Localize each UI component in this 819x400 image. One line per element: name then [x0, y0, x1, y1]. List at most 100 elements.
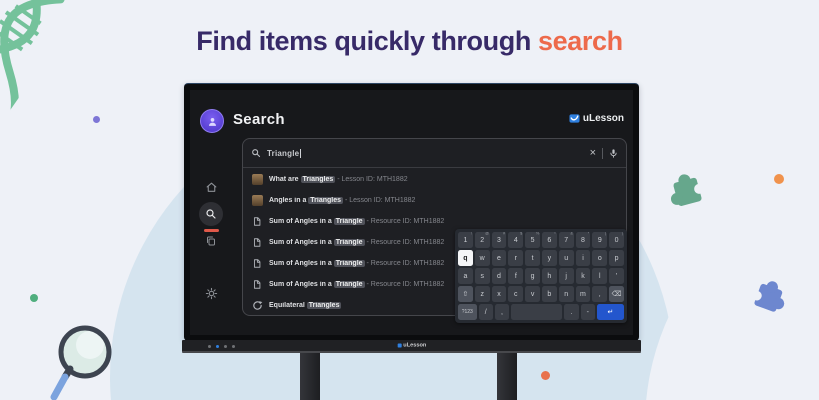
keyboard-key[interactable]: 6^ [542, 232, 557, 248]
keyboard-key[interactable]: ↵ [597, 304, 624, 320]
result-text: Equilateral Triangles [269, 302, 341, 309]
keyboard-key[interactable]: 3# [492, 232, 507, 248]
screen-title: Search [233, 111, 285, 128]
tv-bezel: uLesson [182, 340, 641, 353]
text-caret [300, 149, 301, 158]
search-icon [251, 148, 261, 158]
matched-term: Triangle [334, 218, 365, 225]
keyboard-key[interactable]: z [475, 286, 490, 302]
result-type-icon [251, 279, 263, 291]
keyboard-key[interactable]: ' [609, 268, 624, 284]
matched-term: Triangles [307, 302, 342, 309]
document-icon [252, 216, 263, 227]
headline-highlight: search [538, 26, 623, 56]
keyboard-key[interactable]: v [525, 286, 540, 302]
keyboard-row: 1!2@3#4$5%6^7&8*9(0) [458, 232, 624, 248]
keyboard-key[interactable]: y [542, 250, 557, 266]
result-text: What are Triangles - Lesson ID: MTH1882 [269, 176, 408, 183]
bezel-indicator-lights [208, 345, 235, 348]
keyboard-key[interactable]: 7& [559, 232, 574, 248]
library-icon[interactable] [204, 234, 218, 248]
settings-gear-icon[interactable] [204, 286, 218, 300]
keyboard-key[interactable]: n [559, 286, 574, 302]
keyboard-key[interactable]: a [458, 268, 473, 284]
result-text: Sum of Angles in a Triangle - Resource I… [269, 260, 444, 267]
keyboard-key[interactable]: 2@ [475, 232, 490, 248]
result-text: Angles in a Triangles - Lesson ID: MTH18… [269, 197, 415, 204]
sidebar-item-search-active[interactable] [199, 202, 223, 226]
brand-logo: uLesson [569, 113, 624, 124]
keyboard-key[interactable]: q [458, 250, 473, 266]
home-icon[interactable] [204, 180, 218, 194]
keyboard-key[interactable]: , [592, 286, 607, 302]
keyboard-key[interactable]: m [576, 286, 591, 302]
keyboard-key[interactable]: g [525, 268, 540, 284]
keyboard-key[interactable]: 4$ [508, 232, 523, 248]
document-icon [252, 279, 263, 290]
keyboard-key[interactable]: r [508, 250, 523, 266]
search-result-row[interactable]: What are Triangles - Lesson ID: MTH1882 [243, 169, 626, 190]
keyboard-key[interactable]: / [479, 304, 493, 320]
keyboard-key[interactable]: ⌫ [609, 286, 624, 302]
video-thumbnail-icon [252, 174, 263, 185]
keyboard-key[interactable]: j [559, 268, 574, 284]
keyboard-key[interactable]: 0) [609, 232, 624, 248]
keyboard-key[interactable]: c [508, 286, 523, 302]
keyboard-key[interactable]: , [495, 304, 509, 320]
video-thumbnail-icon [252, 195, 263, 206]
avatar[interactable] [200, 109, 224, 133]
keyboard-key[interactable]: 9( [592, 232, 607, 248]
keyboard-key[interactable]: f [508, 268, 523, 284]
keyboard-key[interactable]: h [542, 268, 557, 284]
result-text: Sum of Angles in a Triangle - Resource I… [269, 239, 444, 246]
keyboard-row: asdfghjkl' [458, 268, 624, 284]
tv-stand-right [497, 353, 517, 400]
result-type-icon [251, 216, 263, 228]
clear-search-icon[interactable]: × [590, 148, 596, 159]
keyboard-key[interactable]: w [475, 250, 490, 266]
keyboard-key[interactable]: ?123 [458, 304, 477, 320]
matched-term: Triangle [334, 260, 365, 267]
keyboard-row: ⇧zxcvbnm,⌫ [458, 286, 624, 302]
dot-purple [93, 116, 100, 123]
keyboard-key[interactable]: . [564, 304, 578, 320]
keyboard-key[interactable]: 5% [525, 232, 540, 248]
tv-frame: Search uLesson [184, 83, 639, 341]
divider [602, 148, 603, 159]
keyboard-key[interactable]: t [525, 250, 540, 266]
dot-orange-small [541, 371, 550, 380]
keyboard-key[interactable]: ⇧ [458, 286, 473, 302]
search-input[interactable]: Triangle × [243, 139, 626, 168]
headline-text: Find items quickly through [196, 26, 538, 56]
keyboard-key[interactable]: - [581, 304, 595, 320]
keyboard-key[interactable]: x [492, 286, 507, 302]
keyboard-key[interactable]: 8* [576, 232, 591, 248]
keyboard-row: qwertyuiop [458, 250, 624, 266]
keyboard-key[interactable]: s [475, 268, 490, 284]
keyboard-key[interactable]: d [492, 268, 507, 284]
dot-green [30, 294, 38, 302]
keyboard-key[interactable]: b [542, 286, 557, 302]
keyboard-key[interactable]: p [609, 250, 624, 266]
keyboard-key[interactable]: e [492, 250, 507, 266]
result-type-icon [251, 258, 263, 270]
keyboard-key[interactable]: i [576, 250, 591, 266]
keyboard-key[interactable]: l [592, 268, 607, 284]
magnifier-illustration [50, 322, 120, 400]
ulesson-logo-icon [569, 113, 580, 124]
ulesson-logo-mark [397, 344, 401, 348]
keyboard-key[interactable]: o [592, 250, 607, 266]
result-type-icon [251, 300, 263, 312]
keyboard-key[interactable]: k [576, 268, 591, 284]
matched-term: Triangle [334, 239, 365, 246]
search-result-row[interactable]: Angles in a Triangles - Lesson ID: MTH18… [243, 190, 626, 211]
microphone-icon[interactable] [609, 148, 618, 159]
result-type-icon [251, 195, 263, 207]
keyboard-key[interactable]: u [559, 250, 574, 266]
keyboard-key[interactable] [511, 304, 562, 320]
refresh-circle-icon [252, 300, 263, 311]
puzzle-piece-green-icon [660, 163, 714, 217]
result-type-icon [251, 174, 263, 186]
keyboard-key[interactable]: 1! [458, 232, 473, 248]
tv-stand-left [300, 353, 320, 400]
